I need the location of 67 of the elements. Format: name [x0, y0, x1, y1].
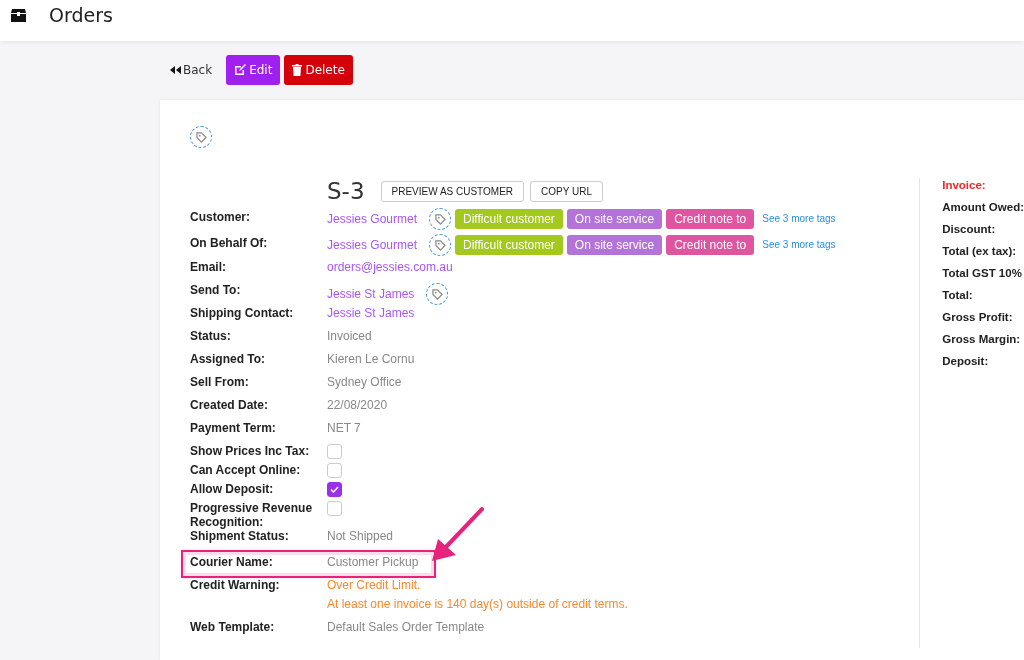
field-value: Default Sales Order Template	[327, 620, 485, 634]
field-label: Web Template:	[190, 620, 276, 634]
customer-link[interactable]: Jessies Gourmet	[327, 238, 418, 252]
tag-label: On site service	[566, 209, 663, 229]
checkbox[interactable]	[327, 482, 342, 497]
summary-label: Discount:	[942, 222, 997, 236]
summary-label: Total (ex tax):	[942, 244, 1018, 258]
field-label: Courier Name:	[190, 555, 274, 569]
order-number: S-3	[327, 176, 365, 206]
field-label: Payment Term:	[190, 421, 277, 435]
summary-label: Deposit:	[942, 354, 990, 368]
delete-button[interactable]: Delete	[284, 55, 353, 85]
tag-label: Difficult customer	[455, 235, 563, 255]
page-title: Orders	[49, 4, 113, 27]
tag-label: Credit note to	[666, 209, 755, 229]
check-icon	[330, 486, 339, 493]
action-button[interactable]: COPY URL	[530, 180, 603, 202]
tag-icon	[195, 131, 207, 143]
customer-link[interactable]: Jessie St James	[327, 306, 415, 320]
summary-label: Gross Margin:	[942, 332, 1022, 346]
tag-icon	[434, 239, 446, 251]
field-value: 22/08/2020	[327, 398, 388, 412]
field-label: Created Date:	[190, 398, 270, 412]
edit-icon	[234, 64, 247, 76]
field-label: Can Accept Online:	[190, 463, 302, 477]
field-label: Status:	[190, 329, 232, 343]
summary-label: Total GST 10%	[942, 266, 1023, 280]
field-label: Assigned To:	[190, 352, 267, 366]
tag-icon	[434, 213, 446, 225]
edit-button[interactable]: Edit	[226, 55, 281, 85]
field-value: Kieren Le Cornu	[327, 352, 415, 366]
field-label: Progressive Revenue Recognition:	[190, 501, 314, 529]
field-value: Sydney Office	[327, 375, 402, 389]
trash-icon	[292, 64, 303, 76]
more-tags-link[interactable]: See 3 more tags	[762, 212, 836, 226]
summary-label: Total:	[942, 288, 974, 302]
tag-icon	[431, 288, 443, 300]
tag-label: Difficult customer	[455, 209, 563, 229]
field-label: Show Prices Inc Tax:	[190, 444, 311, 458]
field-label: On Behalf Of:	[190, 235, 269, 250]
tag-label: Credit note to	[666, 235, 755, 255]
field-label: Shipment Status:	[190, 529, 290, 543]
customer-link[interactable]: orders@jessies.com.au	[327, 260, 453, 274]
customer-link[interactable]: Jessies Gourmet	[327, 212, 418, 226]
box-icon	[10, 8, 27, 23]
warning-text: At least one invoice is 140 day(s) outside of credit terms.	[327, 596, 629, 613]
field-label: Customer:	[190, 209, 251, 224]
summary-label: Gross Profit:	[942, 310, 1014, 324]
field-value: Customer Pickup	[327, 555, 419, 569]
field-label: Email:	[190, 260, 227, 274]
customer-link[interactable]: Jessie St James	[327, 287, 415, 301]
field-label: Shipping Contact:	[190, 306, 295, 320]
more-tags-link[interactable]: See 3 more tags	[762, 238, 836, 252]
back-button[interactable]: Back	[170, 61, 223, 79]
summary-label: Amount Owed:	[942, 200, 1024, 214]
field-label: Allow Deposit:	[190, 482, 275, 496]
field-label: Send To:	[190, 283, 242, 297]
tag-label: On site service	[566, 235, 663, 255]
field-value: Invoiced	[327, 329, 372, 343]
field-label: Sell From:	[190, 375, 250, 389]
field-label: Credit Warning:	[190, 577, 281, 592]
rewind-icon	[170, 66, 181, 74]
field-value: NET 7	[327, 421, 361, 435]
field-value: Not Shipped	[327, 529, 394, 543]
action-button[interactable]: PREVIEW AS CUSTOMER	[380, 180, 525, 202]
invoice-title: Invoice:	[942, 178, 987, 192]
warning-text: Over Credit Limit.	[327, 577, 422, 594]
